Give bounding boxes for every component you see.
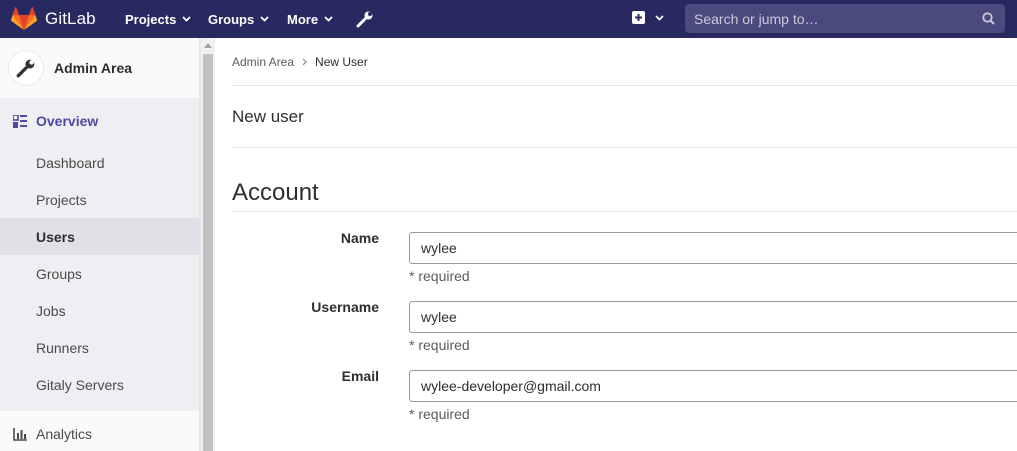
sidebar-scrollbar[interactable] [200,38,215,451]
sidebar-title: Admin Area [54,60,133,76]
sidebar-item-dashboard[interactable]: Dashboard [0,144,199,181]
sidebar-item-runners[interactable]: Runners [0,329,199,366]
breadcrumb-admin-area[interactable]: Admin Area [232,55,294,69]
form-row-username: Username wylee * required [232,281,1017,353]
page-title: New user [232,86,1017,148]
search-input[interactable]: Search or jump to… [685,4,1005,33]
nav-projects-label: Projects [125,11,177,27]
email-label: Email [341,368,379,384]
chevron-down-icon [655,14,664,21]
main-content: Admin Area New User New user Account Nam… [232,38,1017,422]
scrollbar-thumb[interactable] [203,54,213,451]
sidebar-item-overview[interactable]: Overview [0,98,199,144]
chevron-right-icon [302,58,307,65]
nav-more-label: More [287,11,319,27]
sidebar-item-jobs[interactable]: Jobs [0,292,199,329]
admin-sidebar: Admin Area Overview Dashboard Projects U… [0,38,200,451]
top-navbar: GitLab Projects Groups More Search or ju… [0,0,1017,38]
nav-more-dropdown[interactable]: More [287,0,333,38]
sidebar-header[interactable]: Admin Area [0,38,199,98]
search-placeholder: Search or jump to… [694,10,819,27]
email-required-hint: * required [409,406,470,422]
admin-avatar [8,50,44,86]
subnav-spacer [0,403,199,411]
form-row-name: Name wylee * required [232,212,1017,284]
breadcrumb: Admin Area New User [232,38,1017,86]
sidebar-item-analytics[interactable]: Analytics [0,411,199,451]
form-row-email: Email wylee-developer@gmail.com * requir… [232,350,1017,422]
scroll-up-arrow-icon[interactable] [204,43,212,48]
search-icon [982,12,995,25]
name-field[interactable]: wylee [409,232,1017,264]
sidebar-item-users[interactable]: Users [0,218,199,255]
nav-projects-dropdown[interactable]: Projects [125,0,191,38]
chevron-down-icon [182,16,191,22]
breadcrumb-new-user[interactable]: New User [315,55,368,69]
sidebar-item-groups[interactable]: Groups [0,255,199,292]
overview-icon [13,114,27,128]
chevron-down-icon [260,16,269,22]
nav-groups-label: Groups [208,11,255,27]
brand-name: GitLab [45,9,96,28]
plus-square-icon [632,11,645,24]
gitlab-logo-icon [11,7,37,30]
nav-groups-dropdown[interactable]: Groups [208,0,269,38]
email-field[interactable]: wylee-developer@gmail.com [409,370,1017,402]
sidebar-item-analytics-label: Analytics [36,426,93,442]
overview-subnav: Dashboard Projects Users Groups Jobs Run… [0,144,199,411]
admin-area-link[interactable] [356,10,374,33]
username-label: Username [311,299,379,315]
wrench-icon [16,59,35,78]
sidebar-item-gitaly-servers[interactable]: Gitaly Servers [0,366,199,403]
new-item-dropdown[interactable] [632,11,664,24]
sidebar-item-overview-label: Overview [36,113,99,129]
wrench-icon [356,11,373,28]
gitlab-home-link[interactable]: GitLab [11,0,96,38]
section-title-account: Account [232,179,1017,212]
sidebar-item-projects[interactable]: Projects [0,181,199,218]
analytics-icon [13,427,27,441]
name-label: Name [340,230,379,246]
chevron-down-icon [324,16,333,22]
username-field[interactable]: wylee [409,301,1017,333]
